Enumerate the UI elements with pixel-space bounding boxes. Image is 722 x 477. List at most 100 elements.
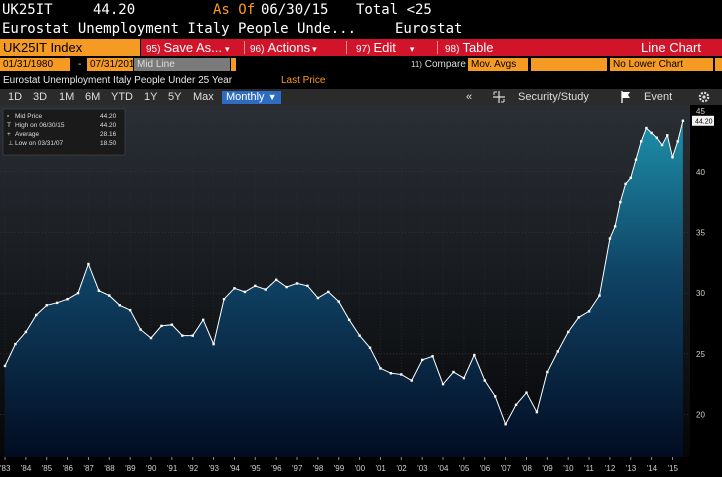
divider [244,41,245,54]
security-study-button[interactable]: Security/Study [518,90,589,105]
start-date-input[interactable]: 01/31/1980 [0,58,70,71]
frequency-select[interactable]: Monthly ▼ [222,91,281,104]
edit-button[interactable]: 97) Edit ▾ [356,39,414,56]
header-row: UK25IT 44.20 As Of 06/30/15 Total <25 [0,0,722,20]
compare-extra-select[interactable] [531,58,607,71]
crosshair-icon[interactable] [492,90,506,105]
x-tick-label: '94 [229,464,240,473]
period-3d[interactable]: 3D [33,91,47,104]
data-point [222,298,226,301]
x-tick-label: '00 [355,464,366,473]
series-title: Eurostat Unemployment Italy People Under… [3,75,233,86]
data-point [274,278,278,281]
chart-type-button[interactable]: Line Chart [641,39,701,56]
asof-label: As Of [213,2,256,18]
data-point [233,287,236,290]
x-tick-label: '10 [563,464,574,473]
x-tick-label: '12 [605,464,616,473]
flag-icon[interactable] [620,90,632,105]
lower-chart-select[interactable]: No Lower Chart [610,58,713,71]
data-point [160,324,163,328]
date-controls: 01/31/1980 - 07/31/2015 Mid Line 11) Com… [0,57,722,72]
data-point [441,382,445,386]
last-price: 44.20 [93,2,136,18]
low-marker-icon: ⊥ [8,140,14,147]
legend-label: High on 06/30/15 [15,122,65,129]
event-button[interactable]: Event [644,90,672,105]
data-point [14,342,17,346]
x-tick-label: '01 [375,464,386,473]
period-max[interactable]: Max [193,91,214,104]
data-point [118,304,121,307]
data-point [420,358,424,362]
x-tick-label: '02 [396,464,407,473]
lower-chart-dropdown-handle[interactable] [715,58,722,71]
mode-dropdown-handle[interactable] [231,58,236,71]
data-point [108,294,111,297]
data-point [76,291,80,295]
x-tick-label: '90 [146,464,157,473]
x-tick-label: '98 [313,464,324,473]
data-point [212,342,215,346]
x-tick-label: '05 [459,464,470,473]
last-value-tag: 44.20 [692,115,714,126]
data-point [655,136,659,139]
end-date-input[interactable]: 07/31/2015 [87,58,140,71]
data-point [431,355,434,358]
data-point [3,364,7,368]
data-point [666,134,669,137]
period-6m[interactable]: 6M [85,91,100,104]
x-tick-label: '93 [209,464,220,473]
gear-icon[interactable] [697,90,711,105]
x-tick-label: '88 [104,464,115,473]
data-point [55,301,59,305]
legend-entry-low: ⊥ Low on 03/31/07 18.50 [8,140,117,147]
period-1d[interactable]: 1D [8,91,22,104]
legend-entry-high: T High on 06/30/15 44.20 [7,122,117,129]
period-1m[interactable]: 1M [59,91,74,104]
data-point [243,290,247,294]
data-point [97,289,101,292]
index-input[interactable]: UK25IT Index [0,39,140,56]
data-point [170,323,174,326]
x-tick-label: '97 [292,464,303,473]
y-tick-label: 35 [696,228,705,237]
compare-select[interactable]: Mov. Avgs [468,58,528,71]
data-point [191,334,194,337]
chevron-down-icon: ▼ [267,92,277,102]
data-point [45,304,48,307]
data-point [587,310,591,313]
data-point [410,379,413,382]
ticker-symbol: UK25IT [2,2,53,18]
series-subtitle-row: Eurostat Unemployment Italy People Under… [0,73,722,88]
data-point [566,330,570,334]
data-point [525,391,528,394]
data-point [676,140,679,143]
high-marker-icon: T [7,122,11,129]
data-point [671,155,674,159]
legend-value: 44.20 [100,113,117,120]
save-as-button[interactable]: 95) Save As... ▾ [146,39,230,56]
period-1y[interactable]: 1Y [144,91,157,104]
asof-date: 06/30/15 [261,2,329,18]
collapse-icon[interactable]: « [466,90,472,105]
data-point [306,284,309,288]
data-point [35,313,38,317]
compare-label[interactable]: 11) Compare [411,58,466,71]
data-point [535,410,539,414]
legend-value: 18.50 [100,140,117,147]
data-point [358,334,361,337]
data-point [624,182,627,186]
period-ytd[interactable]: YTD [111,91,133,104]
data-point [87,262,90,266]
source-label: Eurostat [395,21,463,37]
chart-mode-select[interactable]: Mid Line [134,58,230,71]
data-point [149,336,153,340]
x-tick-label: '86 [63,464,74,473]
price-chart[interactable]: 20 25 30 35 40 45 '83 '84 '85 '86 '87 '88 '89 '90 '91… [0,105,722,477]
table-button[interactable]: 98) Table [445,39,494,56]
data-point [619,200,622,204]
data-point [368,346,372,349]
actions-button[interactable]: 96) Actions ▾ [250,39,317,56]
period-5y[interactable]: 5Y [168,91,181,104]
